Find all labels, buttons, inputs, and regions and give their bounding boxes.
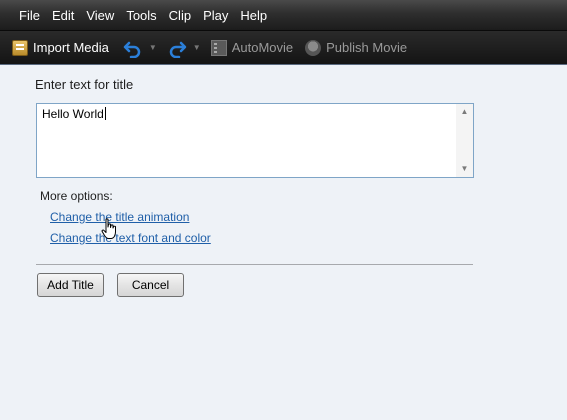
redo-dropdown-icon[interactable]: ▼: [193, 43, 201, 52]
import-media-icon: [12, 39, 28, 56]
menu-view[interactable]: View: [80, 8, 120, 23]
hand-cursor-icon: [101, 218, 116, 239]
menu-clip[interactable]: Clip: [163, 8, 197, 23]
title-editor-panel: Enter text for title Hello World ▲ ▼ Mor…: [0, 66, 567, 420]
scroll-down-icon[interactable]: ▼: [456, 161, 473, 177]
menu-bar: File Edit View Tools Clip Play Help: [0, 0, 567, 31]
title-text-input[interactable]: Hello World ▲ ▼: [36, 103, 474, 178]
change-text-font-link[interactable]: Change the text font and color: [50, 231, 211, 245]
publish-movie-label: Publish Movie: [326, 40, 408, 55]
change-title-animation-link[interactable]: Change the title animation: [50, 210, 189, 224]
menu-edit[interactable]: Edit: [46, 8, 80, 23]
undo-icon[interactable]: [123, 38, 143, 58]
publish-movie-button[interactable]: Publish Movie: [305, 39, 408, 56]
separator: [36, 264, 473, 265]
undo-dropdown-icon[interactable]: ▼: [149, 43, 157, 52]
automovie-label: AutoMovie: [231, 40, 294, 55]
cancel-button[interactable]: Cancel: [117, 273, 184, 297]
add-title-button[interactable]: Add Title: [37, 273, 104, 297]
automovie-button[interactable]: AutoMovie: [210, 39, 294, 56]
scroll-up-icon[interactable]: ▲: [456, 104, 473, 120]
textbox-scrollbar[interactable]: ▲ ▼: [456, 104, 473, 177]
menu-help[interactable]: Help: [234, 8, 273, 23]
import-media-label: Import Media: [33, 40, 109, 55]
menu-tools[interactable]: Tools: [120, 8, 162, 23]
import-media-button[interactable]: Import Media: [12, 39, 109, 56]
automovie-icon: [210, 39, 227, 56]
title-prompt-label: Enter text for title: [35, 77, 134, 92]
title-text-value: Hello World: [42, 107, 104, 121]
menu-play[interactable]: Play: [197, 8, 234, 23]
more-options-label: More options:: [40, 189, 113, 203]
menu-file[interactable]: File: [13, 8, 46, 23]
text-caret: [104, 107, 106, 120]
redo-icon[interactable]: [167, 38, 187, 58]
publish-movie-icon: [305, 39, 322, 56]
toolbar: Import Media ▼ ▼ AutoMovie Publish Movie: [0, 31, 567, 65]
